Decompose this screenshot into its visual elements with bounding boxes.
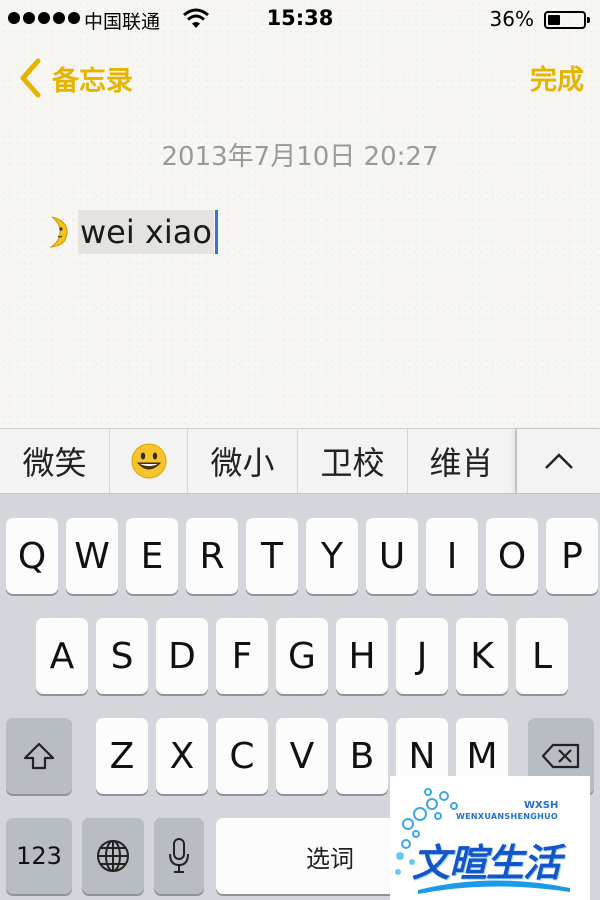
key-t[interactable]: T <box>246 518 298 594</box>
key-a[interactable]: A <box>36 618 88 694</box>
key-d[interactable]: D <box>156 618 208 694</box>
shift-key[interactable] <box>6 718 72 794</box>
candidate-item[interactable]: 卫校 <box>298 429 408 493</box>
key-g[interactable]: G <box>276 618 328 694</box>
key-z[interactable]: Z <box>96 718 148 794</box>
battery-percentage: 36% <box>489 7 534 31</box>
watermark-top-text: WXSH <box>524 800 559 811</box>
key-p[interactable]: P <box>546 518 598 594</box>
smiling-face-emoji-icon <box>131 443 166 479</box>
key-r[interactable]: R <box>186 518 238 594</box>
globe-icon <box>97 840 129 872</box>
back-button[interactable]: 备忘录 <box>18 56 133 100</box>
key-y[interactable]: Y <box>306 518 358 594</box>
key-k[interactable]: K <box>456 618 508 694</box>
key-s[interactable]: S <box>96 618 148 694</box>
candidate-item[interactable]: 微笑 <box>0 429 110 493</box>
back-button-label: 备忘录 <box>52 65 133 97</box>
key-w[interactable]: W <box>66 518 118 594</box>
key-b[interactable]: B <box>336 718 388 794</box>
key-v[interactable]: V <box>276 718 328 794</box>
key-x[interactable]: X <box>156 718 208 794</box>
key-j[interactable]: J <box>396 618 448 694</box>
key-e[interactable]: E <box>126 518 178 594</box>
watermark-subtitle: WENXUANSHENGHUO <box>456 812 558 821</box>
done-button[interactable]: 完成 <box>530 58 584 97</box>
watermark-logo: WXSH WENXUANSHENGHUO 文暄生活 <box>390 776 590 900</box>
key-f[interactable]: F <box>216 618 268 694</box>
key-o[interactable]: O <box>486 518 538 594</box>
note-text-area[interactable]: wei xiao <box>42 210 218 254</box>
chevron-up-icon <box>544 453 573 469</box>
key-l[interactable]: L <box>516 618 568 694</box>
delete-icon <box>541 743 580 769</box>
status-bar: 中国联通 15:38 36% <box>0 0 600 40</box>
candidate-item[interactable]: 维肖 <box>408 429 516 493</box>
globe-key[interactable] <box>82 818 144 894</box>
note-date: 2013年7月10日 20:27 <box>161 142 439 172</box>
shift-icon <box>23 742 55 770</box>
microphone-icon <box>169 838 189 873</box>
watermark-title: 文暄生活 <box>412 841 561 885</box>
candidate-item[interactable]: 微小 <box>188 429 298 493</box>
text-cursor <box>214 210 218 254</box>
candidate-bar: 微笑 微小 卫校 维肖 <box>0 428 600 494</box>
chevron-left-icon <box>20 58 41 98</box>
candidate-emoji[interactable] <box>110 429 188 493</box>
expand-candidates-button[interactable] <box>516 429 600 493</box>
numbers-key[interactable]: 123 <box>6 818 72 894</box>
key-u[interactable]: U <box>366 518 418 594</box>
key-q[interactable]: Q <box>6 518 58 594</box>
key-h[interactable]: H <box>336 618 388 694</box>
key-i[interactable]: I <box>426 518 478 594</box>
battery-icon <box>544 11 590 29</box>
dictation-key[interactable] <box>154 818 204 894</box>
key-c[interactable]: C <box>216 718 268 794</box>
marked-text[interactable]: wei xiao <box>78 210 214 254</box>
crescent-moon-icon <box>49 216 68 248</box>
